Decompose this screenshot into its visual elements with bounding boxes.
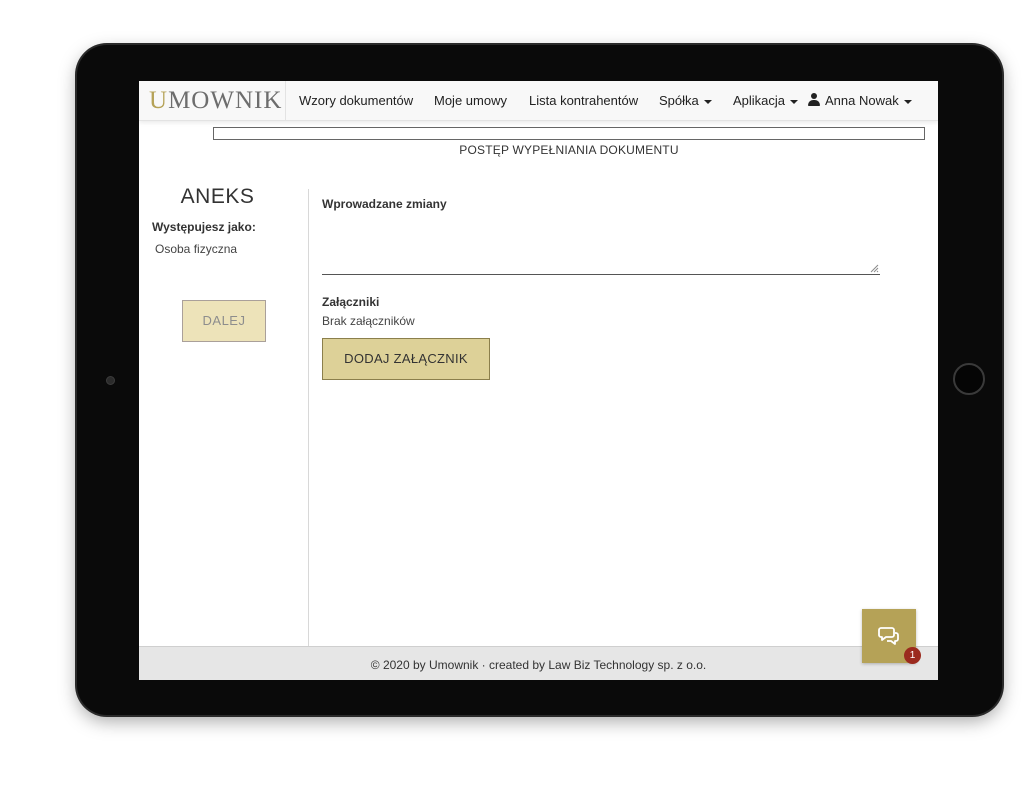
nav-item-document-templates[interactable]: Wzory dokumentów: [299, 81, 413, 121]
nav-item-label: Wzory dokumentów: [299, 93, 414, 108]
nav-item-label: Aplikacja: [733, 93, 786, 108]
document-title: ANEKS: [180, 185, 255, 208]
progress-label: POSTĘP WYPEŁNIANIA DOKUMENTU: [459, 143, 679, 157]
next-button[interactable]: DALEJ: [182, 300, 266, 342]
chat-unread-badge: 1: [904, 647, 921, 664]
umownik-logo[interactable]: UMOWNIK: [139, 81, 286, 121]
app-screen: UMOWNIK Wzory dokumentów Moje umowy List…: [139, 81, 938, 680]
nav-item-contractors-list[interactable]: Lista kontrahentów: [529, 81, 638, 121]
chat-button[interactable]: 1: [862, 609, 921, 664]
logo-text: MOWNIK: [168, 87, 283, 114]
chat-bubbles-icon: [878, 627, 899, 645]
column-divider: [308, 189, 309, 646]
caret-down-icon: [790, 99, 799, 104]
logo-letter: U: [149, 87, 169, 114]
footer-text: © 2020 by Umownik · created by Law Biz T…: [370, 658, 707, 672]
footer: © 2020 by Umownik · created by Law Biz T…: [139, 646, 938, 680]
role-value: Osoba fizyczna: [155, 242, 238, 256]
nav-item-label: Spółka: [659, 93, 699, 108]
changes-textarea[interactable]: [322, 215, 880, 275]
attachments-empty-text: Brak załączników: [322, 314, 415, 328]
user-name: Anna Nowak: [825, 93, 899, 108]
progress-bar: [213, 127, 925, 140]
nav-item-label: Moje umowy: [434, 93, 507, 108]
resize-grip-icon[interactable]: [870, 264, 879, 273]
caret-down-icon: [703, 99, 712, 104]
home-button[interactable]: [953, 363, 985, 395]
nav-item-label: Lista kontrahentów: [529, 93, 639, 108]
camera-icon: [106, 376, 115, 385]
nav-dropdown-application[interactable]: Aplikacja: [733, 81, 799, 121]
nav-item-my-contracts[interactable]: Moje umowy: [434, 81, 507, 121]
attachments-label: Załączniki: [322, 295, 380, 309]
role-label: Występujesz jako:: [152, 220, 256, 234]
top-navbar: UMOWNIK Wzory dokumentów Moje umowy List…: [139, 81, 938, 121]
add-attachment-button[interactable]: DODAJ ZAŁĄCZNIK: [322, 338, 490, 380]
changes-label: Wprowadzane zmiany: [322, 197, 447, 211]
user-icon: [808, 93, 820, 106]
caret-down-icon: [903, 99, 912, 104]
nav-dropdown-company[interactable]: Spółka: [659, 81, 712, 121]
nav-dropdown-user[interactable]: Anna Nowak: [808, 81, 912, 121]
